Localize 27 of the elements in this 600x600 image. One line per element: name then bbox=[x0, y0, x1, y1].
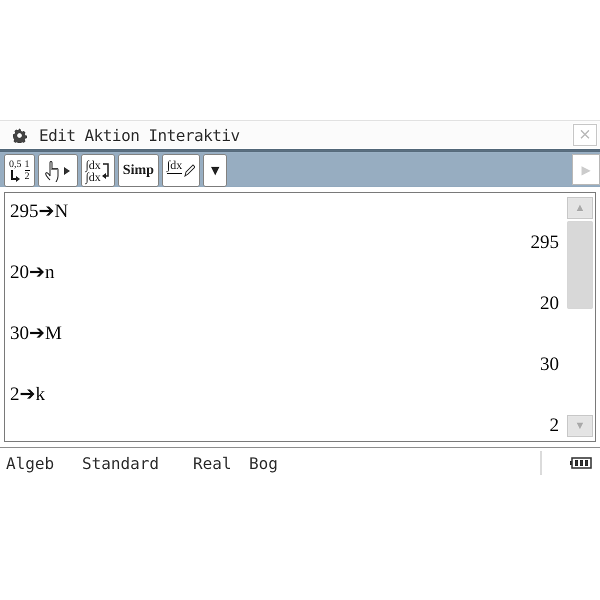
input-expression[interactable]: 30➔M bbox=[10, 323, 62, 344]
menu-item[interactable]: Interaktiv bbox=[148, 126, 240, 144]
simplify-button[interactable]: Simp bbox=[118, 154, 159, 187]
integral-toggle-button[interactable]: ∫dx ∫dx bbox=[80, 154, 115, 187]
hand-icon bbox=[42, 160, 72, 182]
battery-icon bbox=[570, 457, 592, 469]
settings-icon[interactable] bbox=[12, 128, 27, 142]
arrow-icon bbox=[10, 170, 20, 182]
output-result: 30 bbox=[540, 354, 559, 374]
scroll-thumb[interactable] bbox=[567, 221, 593, 309]
input-expression[interactable]: 295➔N bbox=[10, 201, 68, 222]
status-item: Real bbox=[193, 454, 233, 472]
output-result: 2 bbox=[550, 414, 559, 436]
dropdown-button[interactable]: ▼ bbox=[203, 154, 228, 187]
pencil-icon bbox=[183, 164, 196, 178]
status-item: Standard bbox=[82, 454, 160, 472]
output-result: 20 bbox=[540, 292, 559, 314]
hand-button[interactable] bbox=[38, 154, 78, 187]
integral-pen-button[interactable]: ∫dx bbox=[162, 154, 200, 187]
menu-item[interactable]: Aktion bbox=[84, 126, 140, 144]
input-expression[interactable]: 2➔k bbox=[10, 384, 45, 405]
status-item: Algeb bbox=[6, 454, 56, 472]
output-result: 295 bbox=[530, 232, 559, 252]
convert-button[interactable]: 0,5 1 2 bbox=[4, 154, 34, 187]
menu-item[interactable]: Edit bbox=[39, 126, 76, 144]
input-expression[interactable]: 20➔n bbox=[10, 262, 54, 283]
status-item: Bog bbox=[249, 454, 278, 472]
